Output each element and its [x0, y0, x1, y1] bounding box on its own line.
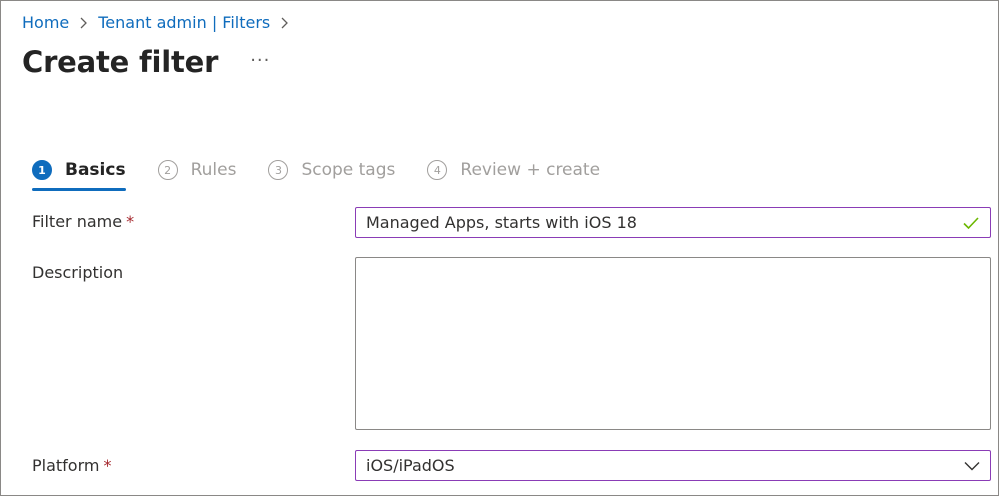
step-number-badge: 4 [427, 160, 448, 180]
checkmark-icon [962, 216, 980, 230]
step-label: Review + create [460, 160, 601, 180]
platform-label-text: Platform [32, 456, 100, 475]
breadcrumb: Home Tenant admin | Filters [22, 13, 299, 32]
step-scope-tags[interactable]: 3 Scope tags [268, 155, 395, 185]
page-title: Create filter [22, 45, 219, 79]
description-label: Description [32, 263, 124, 282]
platform-label: Platform * [32, 456, 111, 475]
step-number-badge: 2 [157, 160, 178, 180]
breadcrumb-home-link[interactable]: Home [22, 13, 69, 32]
step-label: Basics [65, 160, 126, 180]
chevron-right-icon [79, 17, 88, 29]
required-mark: * [126, 212, 135, 231]
more-options-button[interactable]: ··· [250, 50, 270, 71]
breadcrumb-tenant-admin-filters-link[interactable]: Tenant admin | Filters [98, 13, 270, 32]
platform-dropdown[interactable]: iOS/iPadOS [355, 450, 991, 481]
chevron-down-icon [964, 461, 980, 471]
description-textarea[interactable] [355, 257, 991, 430]
filter-name-label-text: Filter name [32, 212, 123, 231]
step-rules[interactable]: 2 Rules [157, 155, 237, 185]
step-number-badge: 1 [32, 160, 52, 180]
wizard-steps: 1 Basics 2 Rules 3 Scope tags 4 Review +… [32, 155, 632, 191]
step-label: Scope tags [301, 160, 396, 180]
platform-selected-value: iOS/iPadOS [366, 456, 455, 475]
required-mark: * [103, 456, 112, 475]
page-frame: Home Tenant admin | Filters Create filte… [0, 0, 999, 496]
step-basics[interactable]: 1 Basics [32, 155, 126, 191]
step-label: Rules [190, 160, 237, 180]
filter-name-value: Managed Apps, starts with iOS 18 [366, 213, 637, 232]
step-number-badge: 3 [268, 160, 289, 180]
filter-name-label: Filter name * [32, 212, 134, 231]
step-review-create[interactable]: 4 Review + create [427, 155, 600, 185]
filter-name-input[interactable]: Managed Apps, starts with iOS 18 [355, 207, 991, 238]
chevron-right-icon [280, 17, 289, 29]
title-row: Create filter ··· [22, 45, 270, 79]
